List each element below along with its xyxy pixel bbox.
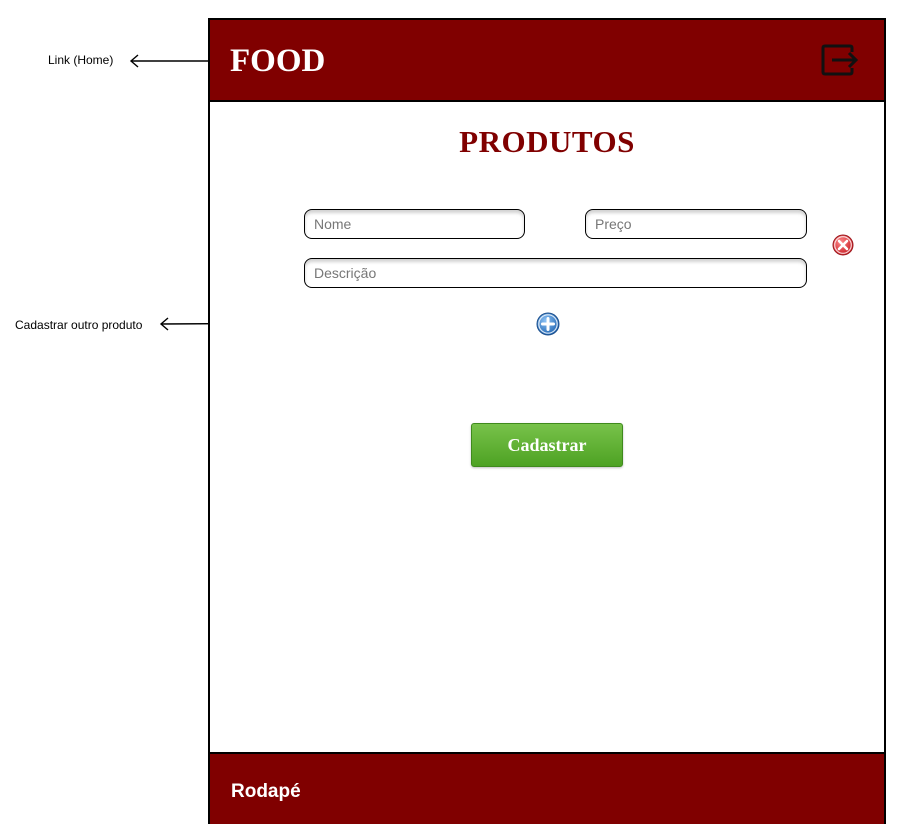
footer-text: Rodapé	[231, 781, 301, 802]
logout-icon[interactable]	[820, 42, 860, 78]
header: FOOD	[210, 20, 884, 102]
remove-icon[interactable]	[832, 234, 854, 256]
preco-input[interactable]	[585, 209, 807, 239]
annotation-home-link: Link (Home)	[48, 53, 114, 67]
app-frame: FOOD PRODUTOS Nome Preço Descrição Cadas…	[208, 18, 886, 824]
annotation-add-product: Cadastrar outro produto	[15, 318, 143, 332]
cadastrar-button[interactable]: Cadastrar	[471, 423, 623, 467]
home-link[interactable]: FOOD	[230, 40, 325, 82]
nome-input[interactable]	[304, 209, 525, 239]
page-title: PRODUTOS	[459, 124, 635, 159]
add-icon[interactable]	[536, 312, 560, 336]
descricao-input[interactable]	[304, 258, 807, 288]
footer: Rodapé	[210, 752, 884, 824]
